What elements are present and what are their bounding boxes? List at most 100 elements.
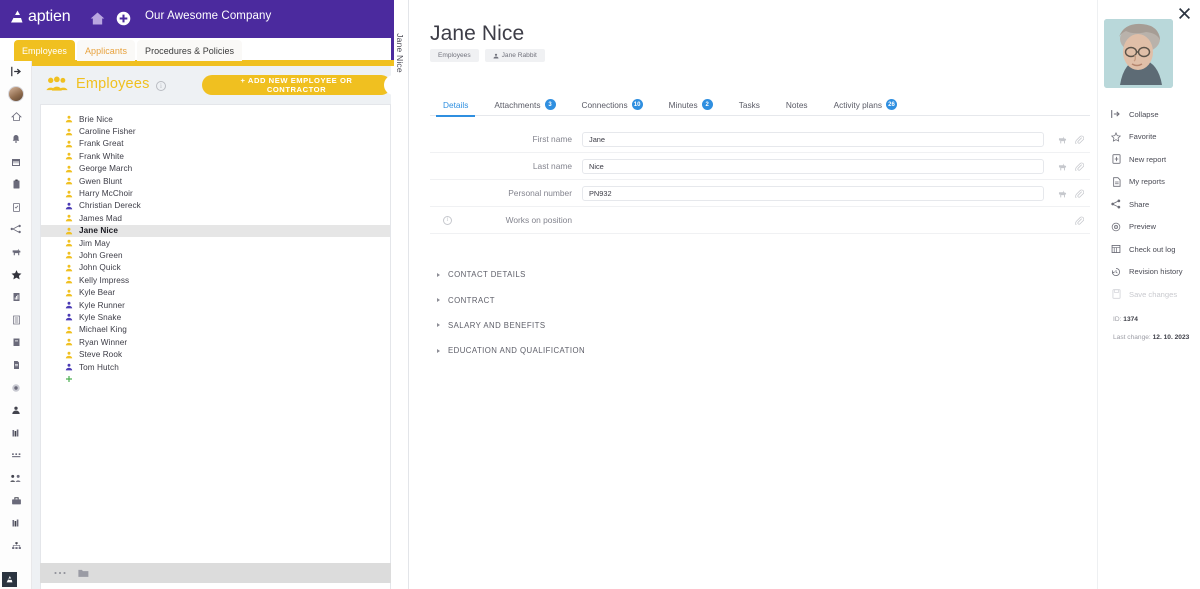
module-tab-employees[interactable]: Employees <box>14 40 75 61</box>
folder-icon[interactable] <box>78 568 89 578</box>
file-icon[interactable] <box>0 354 32 377</box>
list-item[interactable]: Kelly Impress <box>41 274 390 286</box>
list-item[interactable]: Frank Great <box>41 138 390 150</box>
list-item[interactable]: Christian Dereck <box>41 200 390 212</box>
expand-arrow-icon[interactable] <box>0 60 32 83</box>
paperclip-icon[interactable] <box>1075 135 1084 144</box>
add-new-employee-button[interactable]: + ADD NEW EMPLOYEE OR CONTRACTOR <box>202 75 391 95</box>
list-item[interactable]: Harry McChoir <box>41 187 390 199</box>
list-item-label: John Green <box>79 250 123 260</box>
toolbox-icon[interactable] <box>0 489 32 512</box>
list-item[interactable]: James Mad <box>41 212 390 224</box>
plus-circle-icon[interactable] <box>115 10 132 27</box>
report-icon[interactable] <box>0 286 32 309</box>
list-item[interactable]: Michael King <box>41 324 390 336</box>
list-item[interactable]: Kyle Bear <box>41 286 390 298</box>
section-contract[interactable]: CONTRACT <box>430 287 1090 312</box>
relation-icon[interactable] <box>1058 135 1067 144</box>
action-preview[interactable]: Preview <box>1111 216 1200 239</box>
list-item[interactable]: Jim May <box>41 237 390 249</box>
section-contact-details[interactable]: CONTACT DETAILS <box>430 262 1090 287</box>
list-item[interactable]: Jane Nice <box>41 224 390 237</box>
close-icon[interactable] <box>1178 7 1191 20</box>
list-item[interactable]: John Green <box>41 249 390 261</box>
list-item[interactable]: Ryan Winner <box>41 336 390 348</box>
person-icon <box>65 128 75 136</box>
info-icon[interactable]: i <box>156 81 166 91</box>
list-item[interactable]: George March <box>41 163 390 175</box>
books-icon[interactable] <box>0 422 32 445</box>
action-check-out-log[interactable]: Check out log <box>1111 238 1200 261</box>
list-item[interactable]: Gwen Blunt <box>41 175 390 187</box>
relation-icon[interactable] <box>1058 189 1067 198</box>
list-item-label: Harry McChoir <box>79 189 133 199</box>
grid-icon[interactable] <box>0 444 32 467</box>
list-item[interactable]: Kyle Runner <box>41 299 390 311</box>
tab-minutes[interactable]: Minutes 2 <box>656 94 726 116</box>
tab-details[interactable]: Details <box>430 94 481 117</box>
module-tab-applicants[interactable]: Applicants <box>76 40 136 61</box>
tab-label: Attachments <box>494 99 541 110</box>
people-icon[interactable] <box>0 467 32 490</box>
org-chart-icon[interactable] <box>0 534 32 557</box>
avatar <box>1104 19 1173 88</box>
field-input-last-name[interactable] <box>582 158 1044 174</box>
history-icon <box>1111 267 1121 277</box>
section-salary-and-benefits[interactable]: SALARY AND BENEFITS <box>430 313 1090 338</box>
tab-tasks[interactable]: Tasks <box>726 94 773 116</box>
list-item[interactable]: John Quick <box>41 262 390 274</box>
tab-notes[interactable]: Notes <box>773 94 821 116</box>
paperclip-icon[interactable] <box>1075 216 1084 225</box>
info-icon[interactable]: i <box>443 215 452 225</box>
list-item[interactable]: Caroline Fisher <box>41 125 390 137</box>
paperclip-icon[interactable] <box>1075 162 1084 171</box>
home-icon[interactable] <box>0 105 32 128</box>
dog-icon[interactable] <box>0 241 32 264</box>
list-icon[interactable] <box>0 309 32 332</box>
ellipsis-icon[interactable] <box>54 571 66 575</box>
calendar-icon[interactable] <box>0 150 32 173</box>
action-revision-history[interactable]: Revision history <box>1111 261 1200 284</box>
home-icon[interactable] <box>89 10 106 27</box>
add-row-button[interactable] <box>41 373 390 385</box>
bell-icon[interactable] <box>0 128 32 151</box>
paperclip-icon[interactable] <box>1075 189 1084 198</box>
action-collapse[interactable]: Collapse <box>1111 103 1200 126</box>
person-icon <box>65 276 75 284</box>
relation-icon[interactable] <box>1058 162 1067 171</box>
list-item[interactable]: Tom Hutch <box>41 361 390 373</box>
module-tab-procedures-policies[interactable]: Procedures & Policies <box>137 40 243 61</box>
field-empty-value[interactable] <box>582 213 1044 228</box>
list-item[interactable]: Kyle Snake <box>41 311 390 323</box>
person-icon[interactable] <box>0 399 32 422</box>
badge-icon[interactable] <box>0 376 32 399</box>
clipboard-icon[interactable] <box>0 173 32 196</box>
breadcrumb-chip-owner[interactable]: Jane Rabbit <box>484 49 545 62</box>
star-icon[interactable] <box>0 263 32 286</box>
action-new-report[interactable]: New report <box>1111 148 1200 171</box>
action-favorite[interactable]: Favorite <box>1111 126 1200 149</box>
archive-icon[interactable] <box>0 331 32 354</box>
vertical-record-tab[interactable]: Jane Nice <box>391 0 409 589</box>
breadcrumb-chip-employees[interactable]: Employees <box>430 49 479 62</box>
app-icon[interactable] <box>2 572 17 587</box>
list-item-label: Christian Dereck <box>79 201 141 211</box>
list-item[interactable]: Brie Nice <box>41 113 390 125</box>
library-icon[interactable] <box>0 512 32 535</box>
field-input-first-name[interactable] <box>582 131 1044 147</box>
person-icon <box>65 115 75 123</box>
checklist-icon[interactable] <box>0 196 32 219</box>
list-item[interactable]: Steve Rook <box>41 348 390 360</box>
brand-logo[interactable]: aptien <box>8 8 71 26</box>
action-share[interactable]: Share <box>1111 193 1200 216</box>
tab-attachments[interactable]: Attachments 3 <box>481 94 568 116</box>
section-education-and-qualification[interactable]: EDUCATION AND QUALIFICATION <box>430 338 1090 363</box>
network-icon[interactable] <box>0 218 32 241</box>
tab-activity-plans[interactable]: Activity plans 26 <box>821 94 910 116</box>
action-my-reports[interactable]: My reports <box>1111 171 1200 194</box>
list-item[interactable]: Frank White <box>41 150 390 162</box>
user-avatar-icon[interactable] <box>0 83 32 106</box>
field-input-personal-number[interactable] <box>582 185 1044 201</box>
tab-connections[interactable]: Connections 10 <box>569 94 656 116</box>
module-tab-label: Procedures & Policies <box>145 45 235 56</box>
